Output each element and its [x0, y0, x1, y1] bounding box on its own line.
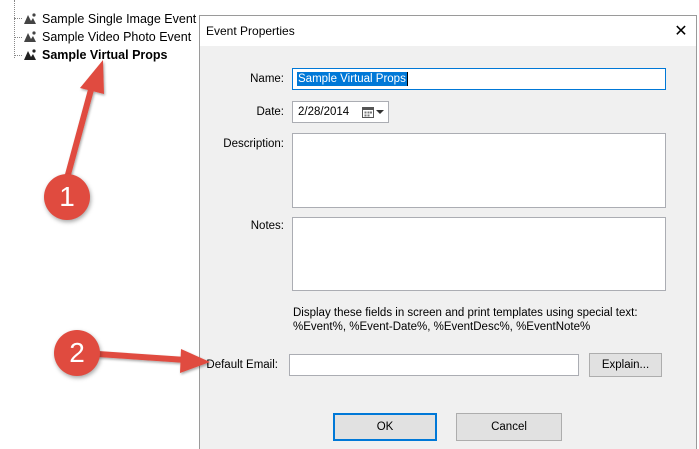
name-value: Sample Virtual Props: [297, 72, 407, 86]
tree-item-virtual-props[interactable]: Sample Virtual Props: [22, 47, 168, 63]
default-email-label: Default Email:: [206, 359, 278, 371]
notes-textarea[interactable]: [292, 217, 666, 291]
hint-line-1: Display these fields in screen and print…: [293, 307, 638, 319]
tree-item-video-photo-event[interactable]: Sample Video Photo Event: [22, 29, 191, 45]
date-value: 2/28/2014: [298, 106, 350, 118]
explain-button[interactable]: Explain...: [589, 353, 662, 377]
description-label: Description:: [223, 138, 284, 150]
tree-item-label: Sample Video Photo Event: [42, 30, 192, 44]
date-picker[interactable]: 2/28/2014: [292, 101, 389, 123]
calendar-icon: [362, 107, 374, 118]
hint-line-2: %Event%, %Event-Date%, %EventDesc%, %Eve…: [293, 321, 591, 333]
ok-button[interactable]: OK: [333, 413, 437, 441]
dialog-titlebar[interactable]: Event Properties ✕: [200, 16, 696, 46]
special-text-hint: Display these fields in screen and print…: [293, 306, 638, 334]
chevron-down-icon: [376, 110, 384, 114]
event-tree: Sample Single Image Event Sample Video P…: [0, 0, 200, 449]
cancel-button[interactable]: Cancel: [456, 413, 562, 441]
dialog-title: Event Properties: [206, 24, 295, 38]
date-dropdown[interactable]: [362, 106, 384, 118]
event-properties-dialog: Event Properties ✕ Name: Sample Virtual …: [199, 15, 697, 449]
date-label: Date:: [256, 106, 285, 118]
event-props-icon: [24, 13, 36, 24]
close-icon[interactable]: ✕: [666, 16, 696, 46]
notes-label: Notes:: [250, 220, 284, 232]
event-props-icon: [24, 31, 36, 42]
tree-connector: [14, 37, 22, 38]
text-caret: [406, 72, 408, 86]
tree-connector: [14, 55, 22, 56]
description-textarea[interactable]: [292, 133, 666, 208]
tree-item-label: Sample Single Image Event: [42, 12, 197, 26]
tree-connector: [14, 0, 15, 58]
name-label: Name:: [250, 73, 284, 85]
default-email-input[interactable]: [289, 354, 579, 376]
tree-item-label: Sample Virtual Props: [42, 48, 168, 62]
event-props-icon: [24, 49, 36, 60]
tree-connector: [14, 18, 22, 19]
annotation-badge-2: 2: [54, 330, 100, 376]
name-field[interactable]: Sample Virtual Props: [292, 68, 666, 90]
tree-item-single-image-event[interactable]: Sample Single Image Event: [22, 11, 196, 27]
annotation-badge-1: 1: [44, 174, 90, 220]
